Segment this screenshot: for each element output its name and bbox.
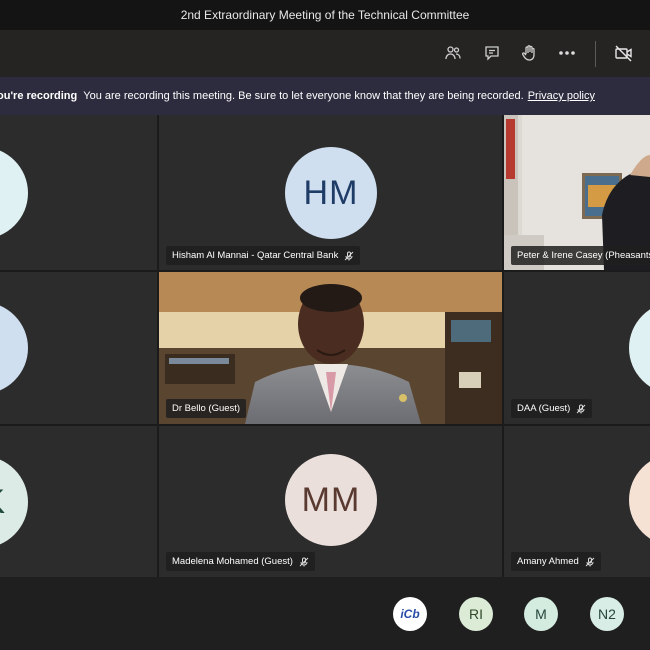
mic-muted-icon xyxy=(299,557,309,566)
overflow-participant-avatar[interactable]: M xyxy=(524,597,558,631)
participant-name: Dr Bello (Guest) xyxy=(172,403,241,414)
overflow-participant-avatar[interactable]: N2 xyxy=(590,597,624,631)
raise-hand-icon[interactable] xyxy=(517,41,541,65)
meeting-toolbar xyxy=(0,30,650,77)
participant-avatar xyxy=(0,147,28,239)
participant-avatar: MM xyxy=(285,454,377,546)
participant-name: Amany Ahmed xyxy=(517,556,579,567)
participant-avatar: K xyxy=(0,456,28,548)
toolbar-divider xyxy=(595,41,596,67)
participant-name-tag: DAA (Guest) xyxy=(511,399,593,418)
participant-avatar: HM xyxy=(285,147,377,239)
video-gallery: HM Hisham Al Mannai - Qatar Central Bank… xyxy=(0,115,650,577)
mic-muted-icon xyxy=(344,251,354,260)
privacy-policy-link[interactable]: Privacy policy xyxy=(528,90,595,102)
participant-tile[interactable]: Amany Ahmed xyxy=(504,426,650,577)
participants-icon[interactable] xyxy=(441,41,465,65)
participant-avatar xyxy=(0,302,28,394)
participant-tile[interactable]: HM Hisham Al Mannai - Qatar Central Bank xyxy=(159,115,502,270)
camera-off-icon[interactable] xyxy=(612,41,636,65)
participant-name-tag: Madelena Mohamed (Guest) xyxy=(166,552,315,571)
recording-banner-message: You are recording this meeting. Be sure … xyxy=(83,90,524,102)
recording-banner-title: ou're recording xyxy=(0,90,78,102)
active-speaker-video-tile[interactable]: Dr Bello (Guest) xyxy=(159,272,502,424)
participant-video-tile[interactable]: Peter & Irene Casey (Pheasants) xyxy=(504,115,650,270)
overflow-participant-avatar[interactable]: iCb xyxy=(393,597,427,631)
recording-banner: ou're recording You are recording this m… xyxy=(0,77,650,115)
participant-name-tag: Hisham Al Mannai - Qatar Central Bank xyxy=(166,246,361,265)
overflow-participant-avatar[interactable]: RI xyxy=(459,597,493,631)
more-options-icon[interactable] xyxy=(555,41,579,65)
participant-avatar xyxy=(629,302,650,394)
mic-muted-icon xyxy=(576,404,586,413)
mic-muted-icon xyxy=(585,557,595,566)
participant-avatar xyxy=(629,454,650,546)
window-title-bar: 2nd Extraordinary Meeting of the Technic… xyxy=(0,0,650,30)
meeting-title: 2nd Extraordinary Meeting of the Technic… xyxy=(180,8,470,22)
participant-tile[interactable] xyxy=(0,272,157,424)
participant-name-tag: Dr Bello (Guest) xyxy=(166,399,247,418)
participant-name-tag: Amany Ahmed xyxy=(511,552,601,571)
participant-tile[interactable]: MM Madelena Mohamed (Guest) xyxy=(159,426,502,577)
chat-icon[interactable] xyxy=(480,41,504,65)
participant-name: Madelena Mohamed (Guest) xyxy=(172,556,293,567)
participant-name: Peter & Irene Casey (Pheasants) xyxy=(517,250,650,261)
participant-name: DAA (Guest) xyxy=(517,403,571,414)
participant-tile[interactable] xyxy=(0,115,157,270)
participant-tile[interactable]: DAA (Guest) xyxy=(504,272,650,424)
participant-name: Hisham Al Mannai - Qatar Central Bank xyxy=(172,250,339,261)
participant-name-tag: Peter & Irene Casey (Pheasants) xyxy=(511,246,650,265)
participant-tile[interactable]: K xyxy=(0,426,157,577)
